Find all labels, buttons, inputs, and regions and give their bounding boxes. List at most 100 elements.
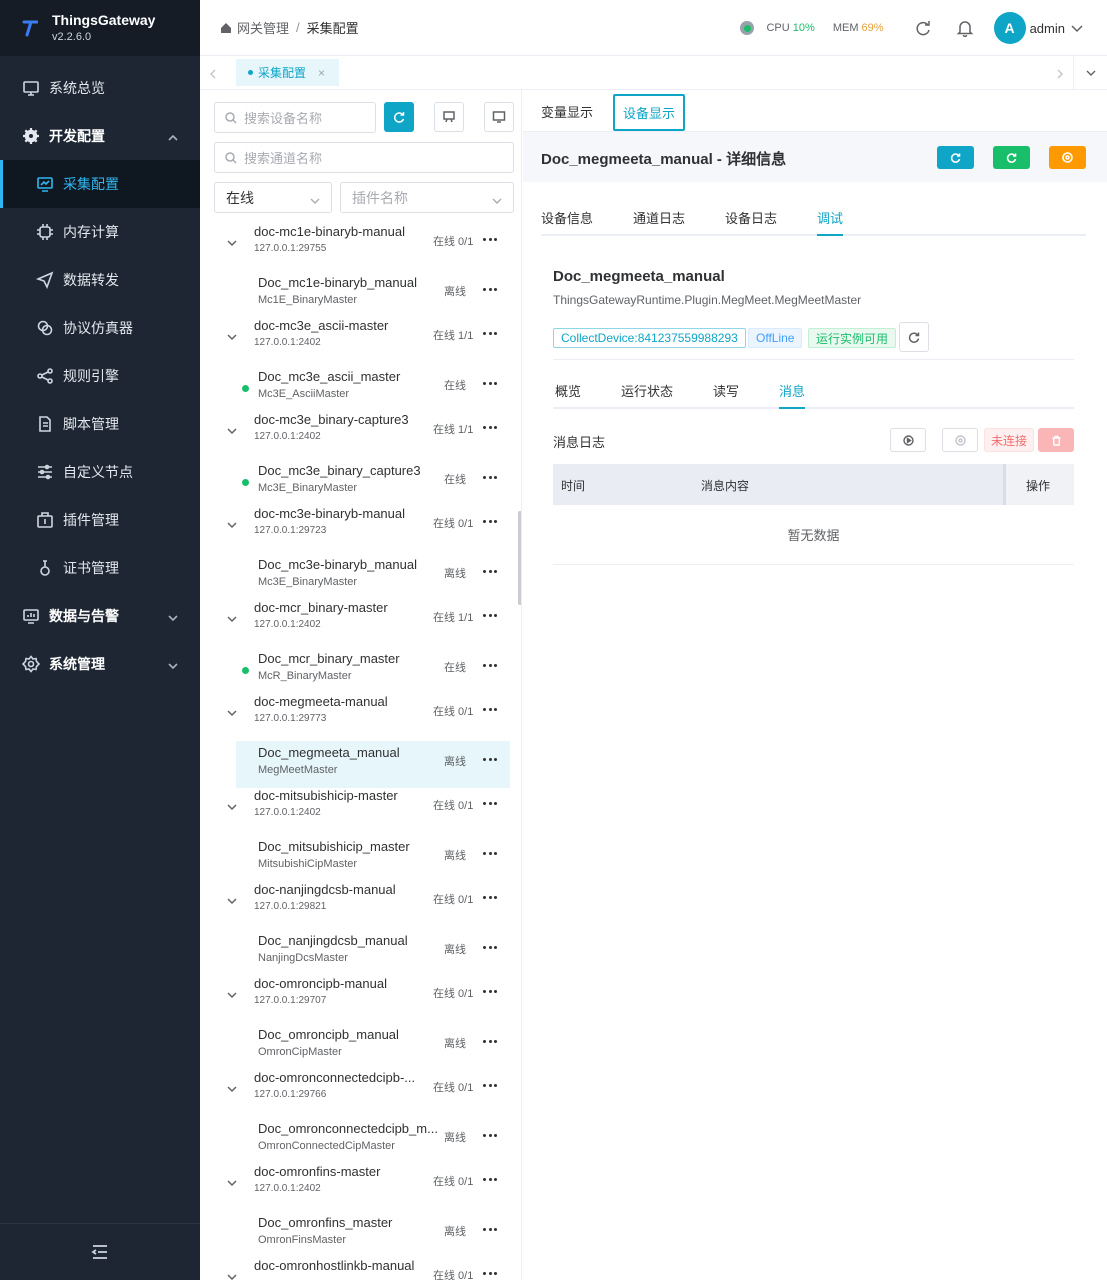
column-time[interactable]: 时间 [561, 477, 585, 494]
status-filter-select[interactable]: 在线 [214, 182, 332, 213]
username[interactable]: admin [1030, 21, 1065, 36]
pause-button[interactable] [1049, 146, 1086, 169]
device-node[interactable]: Doc_mc1e-binaryb_manual Mc1E_BinaryMaster… [200, 271, 521, 318]
avatar[interactable]: A [993, 12, 1026, 44]
device-node[interactable]: Doc_mcr_binary_master McR_BinaryMaster 在线 [200, 647, 521, 694]
device-node[interactable]: Doc_nanjingdcsb_manual NanjingDcsMaster 离线 [200, 929, 521, 976]
device-node[interactable]: Doc_mc3e_ascii_master Mc3E_AsciiMaster 在线 [200, 365, 521, 412]
more-icon[interactable] [483, 238, 497, 242]
channel-node[interactable]: doc-mcr_binary-master 127.0.0.1:2402 在线 1/… [200, 600, 521, 647]
refresh-icon[interactable] [914, 19, 932, 37]
clear-log-button[interactable] [1038, 428, 1074, 452]
tab-run-status[interactable]: 运行状态 [621, 381, 673, 400]
sidebar-item-custom-node[interactable]: 自定义节点 [0, 448, 200, 496]
device-node[interactable]: Doc_mc3e_binary_capture3 Mc3E_BinaryMaste… [200, 459, 521, 506]
device-node[interactable]: Doc_megmeeta_manual MegMeetMaster 离线 [236, 741, 510, 788]
sidebar-item-dev-config[interactable]: 开发配置 [0, 112, 200, 160]
more-icon[interactable] [483, 476, 497, 480]
channel-node[interactable]: doc-mc3e_binary-capture3 127.0.0.1:2402 在线… [200, 412, 521, 459]
more-icon[interactable] [483, 1134, 497, 1138]
tabs-scroll-left-icon[interactable] [208, 67, 218, 79]
channel-node[interactable]: doc-mitsubishicip-master 127.0.0.1:2402 在线… [200, 788, 521, 835]
channel-node[interactable]: doc-omronfins-master 127.0.0.1:2402 在线 0/1 [200, 1164, 521, 1211]
tabs-menu-button[interactable] [1073, 56, 1107, 90]
plugin-filter-select[interactable]: 插件名称 [340, 182, 514, 213]
chevron-down-icon[interactable] [227, 612, 237, 623]
chevron-down-icon[interactable] [227, 424, 237, 435]
more-icon[interactable] [483, 332, 497, 336]
more-icon[interactable] [483, 664, 497, 668]
brand[interactable]: ThingsGateway v2.2.6.0 [0, 0, 200, 56]
more-icon[interactable] [483, 1040, 497, 1044]
channel-node[interactable]: doc-mc3e_ascii-master 127.0.0.1:2402 在线 1/… [200, 318, 521, 365]
tab-device-log[interactable]: 设备日志 [725, 208, 777, 227]
tab-debug[interactable]: 调试 [817, 208, 844, 236]
more-icon[interactable] [483, 1272, 497, 1276]
sidebar-item-overview[interactable]: 系统总览 [0, 64, 200, 112]
channel-search-input[interactable]: 搜索通道名称 [214, 142, 514, 173]
chevron-down-icon[interactable] [227, 1270, 237, 1280]
more-icon[interactable] [483, 852, 497, 856]
close-icon[interactable]: × [318, 66, 325, 80]
tab-overview[interactable]: 概览 [555, 381, 581, 400]
column-message-content[interactable]: 消息内容 [701, 477, 749, 494]
more-icon[interactable] [483, 946, 497, 950]
tab-device-view[interactable]: 设备显示 [613, 94, 685, 131]
sidebar-item-collect-config[interactable]: 采集配置 [0, 160, 200, 208]
device-search-input[interactable]: 搜索设备名称 [214, 102, 376, 133]
sidebar-item-data-forward[interactable]: 数据转发 [0, 256, 200, 304]
page-tab-collect-config[interactable]: 采集配置 × [236, 59, 339, 86]
sidebar-item-system-manage[interactable]: 系统管理 [0, 640, 200, 688]
more-icon[interactable] [483, 1178, 497, 1182]
more-icon[interactable] [483, 1084, 497, 1088]
more-icon[interactable] [483, 708, 497, 712]
tab-variable-view[interactable]: 变量显示 [541, 90, 593, 132]
restart-button[interactable] [993, 146, 1030, 169]
channel-node[interactable]: doc-omronhostlinkb-manual 在线 0/1 [200, 1258, 521, 1280]
channel-node[interactable]: doc-mc1e-binaryb-manual 127.0.0.1:29755 在线… [200, 224, 521, 271]
channel-node[interactable]: doc-nanjingdcsb-manual 127.0.0.1:29821 在线 … [200, 882, 521, 929]
bell-icon[interactable] [956, 19, 974, 38]
channel-node[interactable]: doc-omronconnectedcipb-... 127.0.0.1:2976… [200, 1070, 521, 1117]
more-icon[interactable] [483, 896, 497, 900]
more-icon[interactable] [483, 758, 497, 762]
sidebar-item-script-manage[interactable]: 脚本管理 [0, 400, 200, 448]
sidebar-item-plugin-manage[interactable]: 插件管理 [0, 496, 200, 544]
refresh-status-button[interactable] [899, 322, 929, 352]
more-icon[interactable] [483, 614, 497, 618]
sidebar-item-memory-calc[interactable]: 内存计算 [0, 208, 200, 256]
chevron-down-icon[interactable] [1071, 22, 1083, 34]
sidebar-item-protocol-simulator[interactable]: 协议仿真器 [0, 304, 200, 352]
tree-scrollbar[interactable] [518, 511, 521, 605]
tree-filter-button[interactable] [434, 102, 464, 132]
stop-button[interactable] [942, 428, 978, 452]
tab-message[interactable]: 消息 [779, 381, 806, 409]
chevron-down-icon[interactable] [227, 894, 237, 905]
chevron-down-icon[interactable] [227, 518, 237, 529]
chevron-down-icon[interactable] [227, 330, 237, 341]
sidebar-item-rule-engine[interactable]: 规则引擎 [0, 352, 200, 400]
more-icon[interactable] [483, 1228, 497, 1232]
chevron-down-icon[interactable] [227, 988, 237, 999]
tree-display-button[interactable] [484, 102, 514, 132]
chevron-down-icon[interactable] [227, 1082, 237, 1093]
play-button[interactable] [890, 428, 926, 452]
more-icon[interactable] [483, 520, 497, 524]
refresh-button[interactable] [937, 146, 974, 169]
more-icon[interactable] [483, 382, 497, 386]
more-icon[interactable] [483, 426, 497, 430]
more-icon[interactable] [483, 570, 497, 574]
sidebar-item-cert-manage[interactable]: 证书管理 [0, 544, 200, 592]
channel-node[interactable]: doc-megmeeta-manual 127.0.0.1:29773 在线 0/1 [200, 694, 521, 741]
chevron-down-icon[interactable] [227, 236, 237, 247]
device-node[interactable]: Doc_mc3e-binaryb_manual Mc3E_BinaryMaster… [200, 553, 521, 600]
chevron-down-icon[interactable] [227, 1176, 237, 1187]
refresh-tree-button[interactable] [384, 102, 414, 132]
device-node[interactable]: Doc_omronconnectedcipb_m... OmronConnecte… [200, 1117, 521, 1164]
collapse-sidebar-button[interactable] [0, 1223, 200, 1280]
channel-node[interactable]: doc-omroncipb-manual 127.0.0.1:29707 在线 0/… [200, 976, 521, 1023]
sidebar-item-data-alarm[interactable]: 数据与告警 [0, 592, 200, 640]
breadcrumb-parent[interactable]: 网关管理 [237, 18, 289, 37]
channel-node[interactable]: doc-mc3e-binaryb-manual 127.0.0.1:29723 在线… [200, 506, 521, 553]
chevron-down-icon[interactable] [227, 706, 237, 717]
